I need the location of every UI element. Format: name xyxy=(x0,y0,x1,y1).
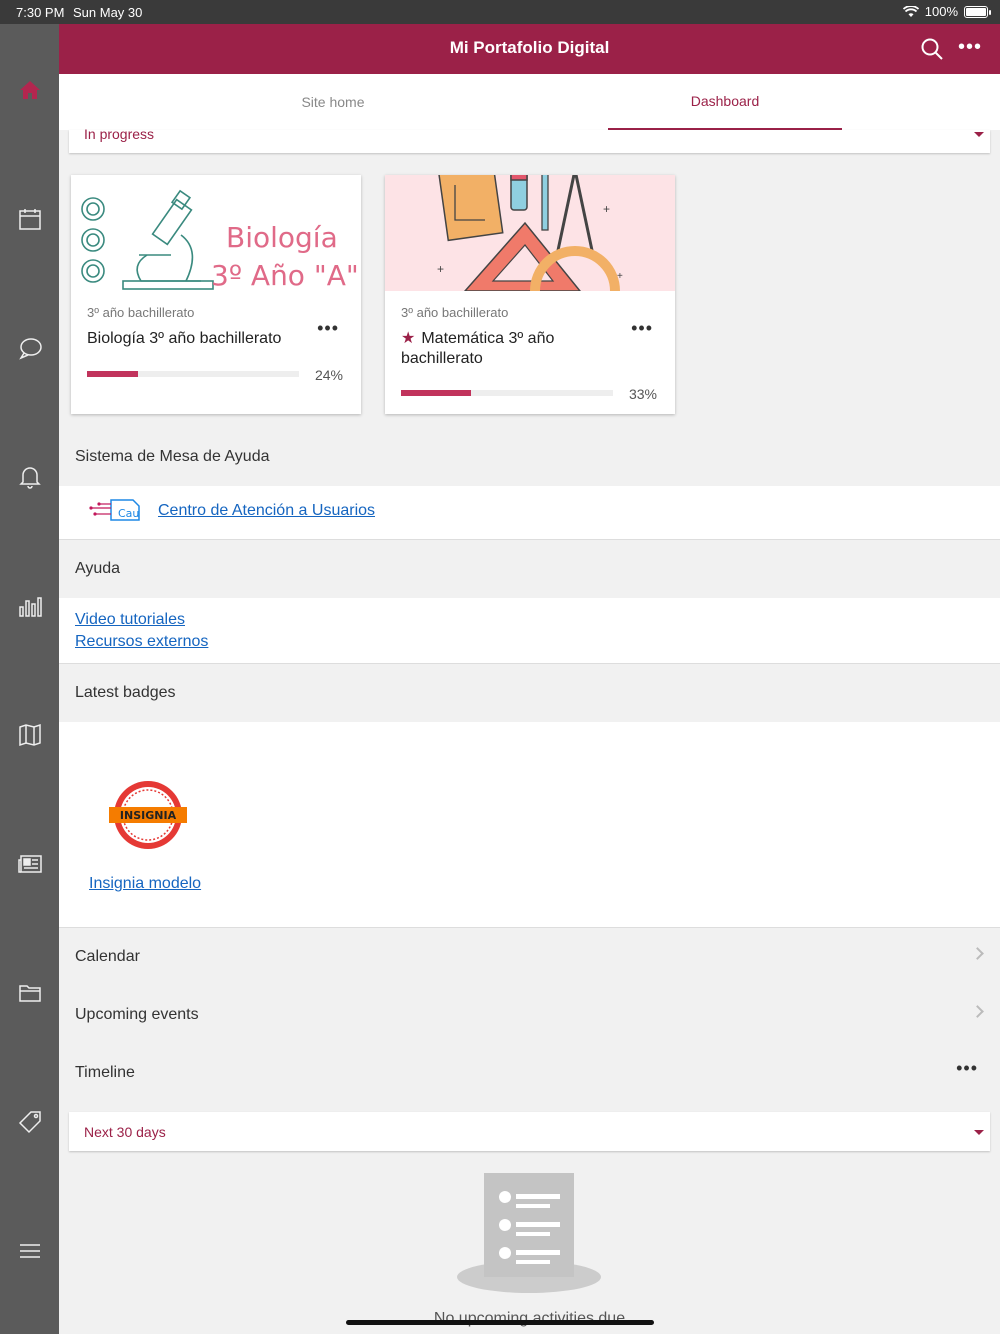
course-options-icon[interactable]: ••• xyxy=(317,318,339,339)
tab-bar: Site home Dashboard xyxy=(59,74,1000,130)
search-icon[interactable] xyxy=(920,37,944,61)
caret-down-icon xyxy=(974,1130,984,1135)
caret-down-icon xyxy=(974,132,984,137)
course-image-matematica: + + + xyxy=(385,175,675,291)
upcoming-events-title: Upcoming events xyxy=(75,1006,199,1023)
messages-icon[interactable] xyxy=(0,318,59,378)
tag-icon[interactable] xyxy=(0,1092,59,1152)
course-card-matematica[interactable]: + + + 3º año bachillerato ★ Matemática 3º… xyxy=(385,175,675,414)
timeline-filter-select[interactable]: Next 30 days xyxy=(69,1112,990,1151)
course-progress-fill xyxy=(87,371,138,377)
chevron-right-icon xyxy=(971,947,984,960)
course-filter-label: In progress xyxy=(84,126,155,142)
help-desk-link[interactable]: Centro de Atención a Usuarios xyxy=(158,502,375,520)
badge-link[interactable]: Insignia modelo xyxy=(89,875,201,893)
calendar-icon[interactable] xyxy=(0,189,59,249)
notifications-icon[interactable] xyxy=(0,447,59,507)
home-icon[interactable] xyxy=(0,60,59,120)
course-image-title: Biología xyxy=(226,221,338,254)
status-time: 7:30 PM xyxy=(16,5,65,20)
help-heading: Ayuda xyxy=(59,540,1000,598)
help-block: Video tutoriales Recursos externos xyxy=(59,598,1000,663)
cau-logo-icon: Cau xyxy=(89,499,140,521)
sidebar xyxy=(0,24,59,1334)
course-card-biologia[interactable]: Biología 3º Año "A" 3º año bachillerato … xyxy=(71,175,361,414)
files-icon[interactable] xyxy=(0,963,59,1023)
course-name: Matemática 3º año bachillerato xyxy=(401,330,555,367)
tab-dashboard[interactable]: Dashboard xyxy=(608,74,842,130)
menu-icon[interactable] xyxy=(0,1221,59,1281)
badges-block: INSIGNIA AL MERITO Insignia modelo xyxy=(59,722,1000,927)
map-icon[interactable] xyxy=(0,705,59,765)
course-progress-bar xyxy=(87,371,299,377)
course-category: 3º año bachillerato xyxy=(401,305,509,320)
svg-text:+: + xyxy=(603,202,610,216)
course-progress-label: 33% xyxy=(628,386,657,402)
badge-sublabel: AL MERITO xyxy=(137,825,159,830)
course-name[interactable]: Biología 3º año bachillerato xyxy=(87,329,307,349)
battery-percent: 100% xyxy=(924,4,958,19)
course-name-wrapper[interactable]: ★ Matemática 3º año bachillerato xyxy=(401,329,621,369)
svg-text:+: + xyxy=(437,262,444,276)
star-icon: ★ xyxy=(401,330,416,347)
course-image-subtitle: 3º Año "A" xyxy=(211,259,359,291)
calendar-row[interactable]: Calendar xyxy=(59,928,1000,986)
app-header: Mi Portafolio Digital ••• xyxy=(59,24,1000,74)
timeline-title: Timeline xyxy=(75,1064,135,1081)
help-desk-title: Sistema de Mesa de Ayuda xyxy=(75,448,270,465)
status-bar: 7:30 PM Sun May 30 100% xyxy=(0,0,1000,24)
badge-label: INSIGNIA xyxy=(120,809,177,822)
status-indicators: 100% xyxy=(902,4,991,19)
course-image-biologia: Biología 3º Año "A" xyxy=(71,175,361,291)
badges-title: Latest badges xyxy=(75,684,176,701)
svg-text:+: + xyxy=(617,271,623,282)
timeline-row: Timeline ••• xyxy=(59,1044,1000,1102)
status-date: Sun May 30 xyxy=(73,5,143,20)
badges-heading: Latest badges xyxy=(59,664,1000,722)
course-progress-label: 24% xyxy=(314,367,343,383)
course-category: 3º año bachillerato xyxy=(87,305,195,320)
news-icon[interactable] xyxy=(0,834,59,894)
calendar-title: Calendar xyxy=(75,948,140,965)
help-desk-block: Cau Centro de Atención a Usuarios xyxy=(59,486,1000,539)
wifi-icon xyxy=(902,5,919,17)
upcoming-events-row[interactable]: Upcoming events xyxy=(59,986,1000,1044)
course-progress-bar xyxy=(401,390,613,396)
course-progress-fill xyxy=(401,390,471,396)
cau-logo-text: Cau xyxy=(118,507,139,520)
course-options-icon[interactable]: ••• xyxy=(631,318,653,339)
chevron-right-icon xyxy=(971,1005,984,1018)
grades-icon[interactable] xyxy=(0,576,59,636)
external-resources-link[interactable]: Recursos externos xyxy=(75,633,208,651)
home-indicator xyxy=(346,1320,654,1325)
timeline-options-icon[interactable]: ••• xyxy=(956,1058,978,1079)
help-desk-heading: Sistema de Mesa de Ayuda xyxy=(59,428,1000,486)
empty-activities-text: No upcoming activities due xyxy=(433,1310,626,1327)
badge-image[interactable]: INSIGNIA AL MERITO xyxy=(109,779,187,851)
page-title: Mi Portafolio Digital xyxy=(449,38,610,57)
more-options-icon[interactable]: ••• xyxy=(958,37,982,57)
battery-icon xyxy=(964,5,991,18)
course-filter-select[interactable]: In progress xyxy=(69,126,990,153)
empty-activities-icon xyxy=(457,1173,601,1293)
timeline-filter-label: Next 30 days xyxy=(84,1124,166,1140)
video-tutorials-link[interactable]: Video tutoriales xyxy=(75,611,185,629)
tab-site-home[interactable]: Site home xyxy=(219,74,447,130)
help-title: Ayuda xyxy=(75,560,121,577)
